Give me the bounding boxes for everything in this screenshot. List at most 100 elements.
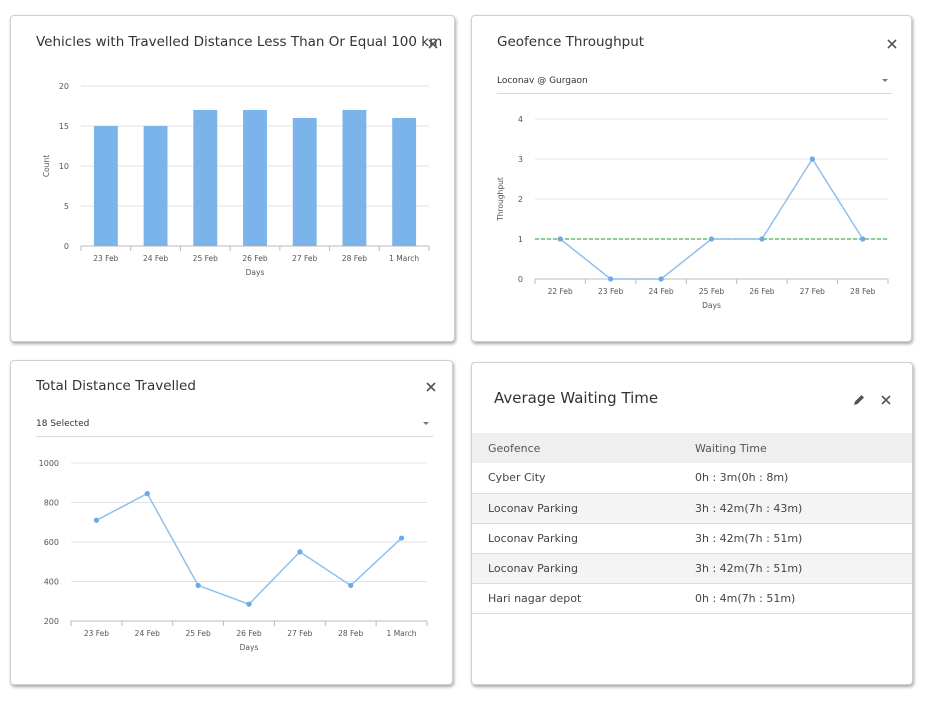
y-tick-label: 400 [44,578,59,587]
data-point [860,236,866,242]
x-tick-label: 24 Feb [143,254,168,263]
x-tick-label: 28 Feb [338,629,363,638]
geofence-throughput-card: Geofence Throughput Loconav @ Gurgaon 0 1… [471,15,912,342]
bar [93,126,118,246]
x-tick-label: 24 Feb [648,287,673,296]
x-tick-label: 25 Feb [699,287,724,296]
y-tick-label: 0 [64,242,69,251]
data-point [297,549,303,555]
table-row[interactable]: Loconav Parking 3h : 42m(7h : 43m) [472,493,912,524]
y-tick-label: 1 [518,235,523,244]
x-tick-label: 24 Feb [135,629,160,638]
card-title: Vehicles with Travelled Distance Less Th… [36,34,443,50]
table-row[interactable]: Cyber City 0h : 3m(0h : 8m) [472,463,912,494]
x-tick-label: 26 Feb [242,254,267,263]
y-tick-label: 15 [59,122,69,131]
x-tick-label: 23 Feb [598,287,623,296]
y-tick-label: 10 [59,162,69,171]
pencil-icon[interactable] [852,393,868,409]
close-icon[interactable] [880,394,896,410]
bar [193,110,218,246]
y-tick-label: 1000 [39,459,59,468]
x-tick-label: 22 Feb [548,287,573,296]
bar [143,126,168,246]
data-point [608,276,614,282]
y-tick-label: 5 [64,202,69,211]
geofence-select[interactable]: Loconav @ Gurgaon [497,76,892,94]
series-line [559,157,864,280]
waiting-time-cell: 3h : 42m(7h : 51m) [695,523,912,554]
total-distance-card: Total Distance Travelled 18 Selected 200… [10,360,453,685]
data-point [557,236,563,242]
distance-line-chart: 200 400 600 800 1000 23 Feb 24 Feb 25 Feb 26 Feb… [39,459,428,652]
y-tick-label: 3 [518,155,523,164]
card-title: Total Distance Travelled [36,378,196,394]
table-row[interactable]: Hari nagar depot 0h : 4m(7h : 51m) [472,583,912,614]
waiting-time-cell: 3h : 42m(7h : 43m) [695,493,912,524]
x-tick-label: 27 Feb [292,254,317,263]
geofence-cell: Loconav Parking [472,523,695,554]
y-tick-label: 800 [44,499,59,508]
x-axis-label: Days [246,268,265,277]
geofence-cell: Loconav Parking [472,493,695,524]
x-tick-label: 27 Feb [800,287,825,296]
data-point [348,582,354,589]
y-tick-label: 2 [518,195,523,204]
y-tick-label: 200 [44,617,59,626]
card-title: Average Waiting Time [494,389,659,407]
x-tick-label: 1 March [389,254,419,263]
bar [243,110,267,246]
x-tick-label: 28 Feb [850,287,875,296]
x-tick-label: 25 Feb [193,254,218,263]
x-axis-label: Days [702,301,721,310]
caret-down-icon [423,422,429,425]
x-axis-label: Days [240,643,259,652]
data-point [759,236,765,242]
x-tick-label: 23 Feb [84,629,109,638]
caret-down-icon [882,79,888,82]
average-waiting-time-card: Average Waiting Time Geofence Waiting Ti… [471,362,913,685]
geofence-cell: Hari nagar depot [472,583,695,614]
table-header-row: Geofence Waiting Time [472,433,912,463]
y-axis-label: Count [42,155,51,177]
y-tick-label: 4 [518,115,523,124]
bar [392,118,417,246]
data-point [93,517,100,523]
close-icon[interactable] [427,38,443,54]
data-point [246,601,252,607]
data-point [708,236,715,242]
close-icon[interactable] [886,38,902,54]
y-tick-label: 20 [59,82,69,91]
data-point [144,491,150,497]
series-line [96,492,403,606]
throughput-line-chart: 0 1 2 3 4 22 Feb 23 Feb 24 Feb 25 Feb 26 Feb 27 Fe… [496,115,889,310]
waiting-time-table: Geofence Waiting Time Cyber City 0h : 3m… [472,433,912,614]
y-tick-label: 600 [44,538,59,547]
x-tick-label: 27 Feb [287,629,312,638]
table-row[interactable]: Loconav Parking 3h : 42m(7h : 51m) [472,553,912,584]
x-tick-label: 25 Feb [186,629,211,638]
waiting-time-cell: 0h : 3m(0h : 8m) [695,463,912,494]
data-point [398,535,405,541]
x-tick-label: 23 Feb [93,254,118,263]
vehicles-bar-chart: 0 5 10 15 20 23 Feb 24 Feb 25 Feb 26 Feb 27 Feb 28… [42,82,430,277]
data-point [809,156,815,162]
data-point [658,276,664,282]
x-tick-label: 28 Feb [342,254,367,263]
column-header-geofence[interactable]: Geofence [472,433,695,463]
x-tick-label: 26 Feb [749,287,774,296]
geofence-cell: Cyber City [472,463,695,494]
vehicle-select-value: 18 Selected [36,419,90,429]
vehicle-select[interactable]: 18 Selected [36,419,433,437]
x-tick-label: 1 March [387,629,417,638]
vehicles-distance-card: Vehicles with Travelled Distance Less Th… [10,15,455,342]
column-header-waiting-time[interactable]: Waiting Time [695,433,912,463]
x-tick-label: 26 Feb [236,629,261,638]
bar [292,118,317,246]
table-row[interactable]: Loconav Parking 3h : 42m(7h : 51m) [472,523,912,554]
geofence-cell: Loconav Parking [472,553,695,584]
close-icon[interactable] [425,381,441,397]
card-title: Geofence Throughput [497,34,645,50]
bar [342,110,367,246]
y-tick-label: 0 [518,275,523,284]
